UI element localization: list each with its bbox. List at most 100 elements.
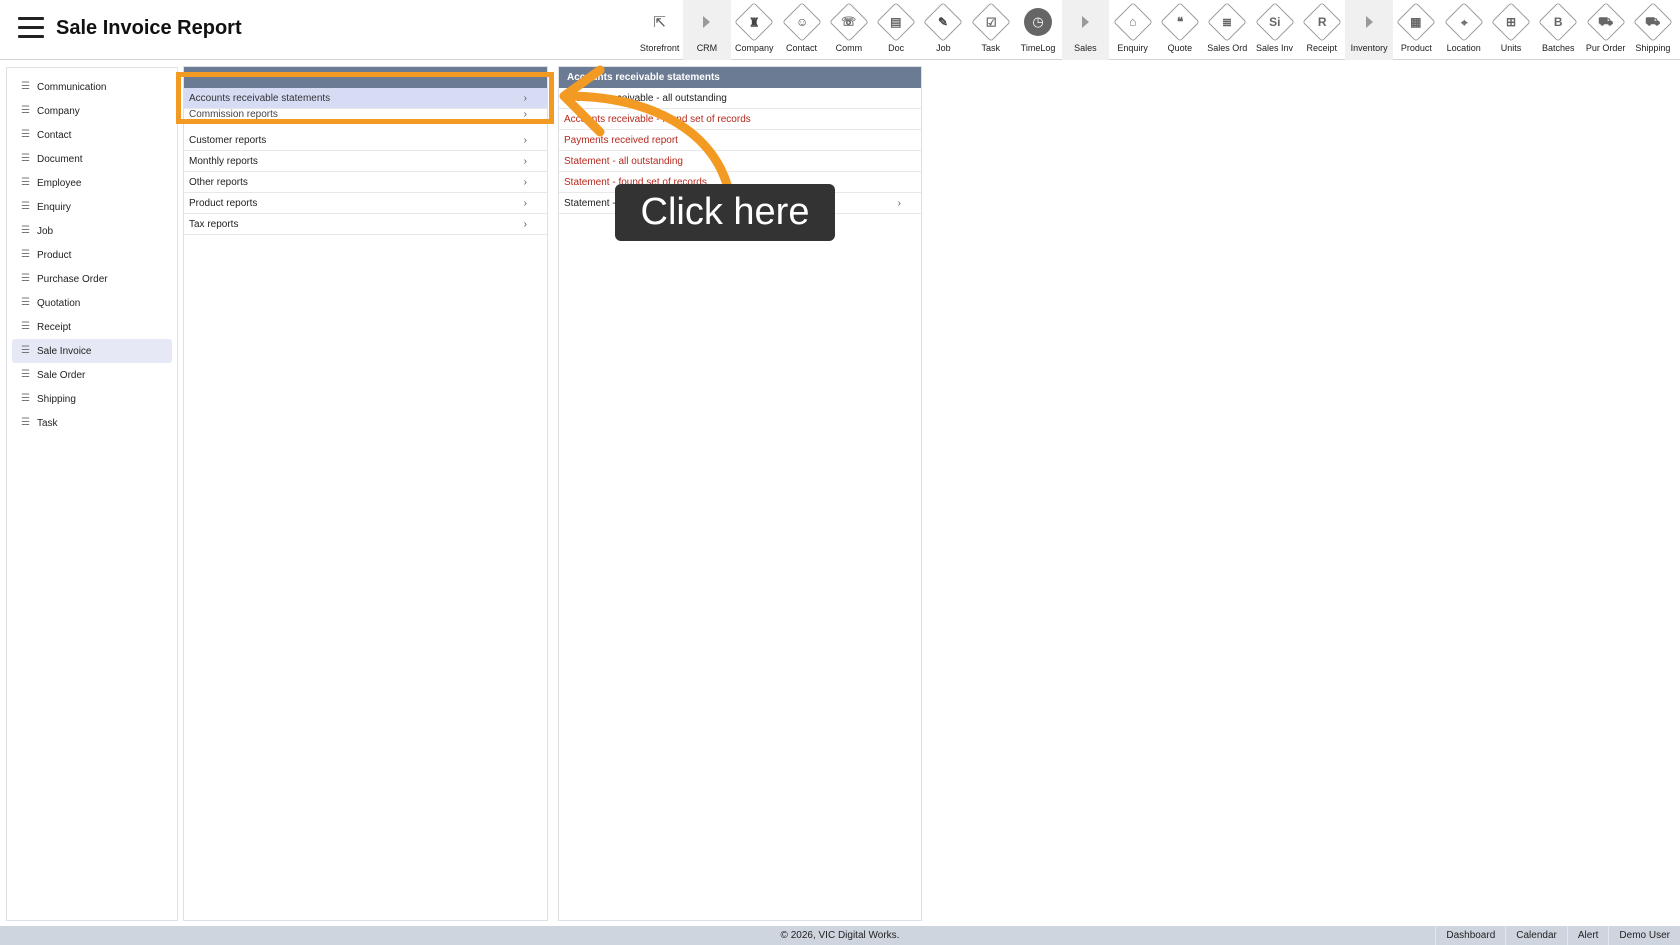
toolbar-doc[interactable]: ▤ Doc [872,0,919,60]
report-row-label: Payments received report [564,134,678,146]
footer-link-calendar[interactable]: Calendar [1505,926,1567,945]
category-row-product-reports[interactable]: Product reports › [184,193,547,214]
comm-icon: ☏ [829,2,869,42]
toolbar-label: Company [734,43,774,53]
footer-links: Dashboard Calendar Alert Demo User [1435,926,1680,945]
list-icon: ☰ [21,177,30,188]
category-row-monthly-reports[interactable]: Monthly reports › [184,151,547,172]
toolbar-sales-invoice[interactable]: Si Sales Inv [1251,0,1298,60]
sidebar-item-employee[interactable]: ☰ Employee [12,171,172,195]
toolbar-label: Product [1400,43,1432,53]
chevron-right-icon: › [897,197,901,209]
section-arrow-icon [1365,16,1373,28]
company-icon: ♜ [734,2,775,42]
batches-icon: B [1538,2,1579,42]
category-row-customer-reports[interactable]: Customer reports › [184,130,547,151]
sidebar-item-product[interactable]: ☰ Product [12,243,172,267]
chevron-right-icon: › [523,134,527,146]
report-row-statement-all-outstanding[interactable]: Statement - all outstanding [559,151,921,172]
sidebar-item-label: Job [37,225,54,237]
product-icon: ▦ [1396,2,1437,42]
toolbar-label: Contact [786,43,818,53]
toolbar-batches[interactable]: B Batches [1535,0,1582,60]
list-icon: ☰ [21,273,30,284]
sidebar-item-purchase-order[interactable]: ☰ Purchase Order [12,267,172,291]
sidebar-item-label: Employee [37,177,82,189]
toolbar-sales-order[interactable]: ≣ Sales Ord [1204,0,1251,60]
footer-link-user[interactable]: Demo User [1608,926,1680,945]
sidebar-item-company[interactable]: ☰ Company [12,99,172,123]
task-icon: ☑ [970,2,1011,42]
toolbar-crm[interactable]: CRM [683,0,731,60]
location-icon: ⌖ [1443,2,1484,42]
category-row-label: Tax reports [189,218,239,230]
truck-icon: ⛟ [1633,2,1673,42]
toolbar-contact[interactable]: ☺ Contact [778,0,825,60]
toolbar-label: Pur Order [1585,43,1626,53]
tutorial-tooltip: Click here [615,184,835,241]
toolbar-company[interactable]: ♜ Company [731,0,778,60]
hamburger-menu-icon[interactable] [18,17,44,39]
sidebar-item-label: Communication [37,81,107,93]
toolbar-label: Batches [1542,43,1575,53]
toolbar-storefront[interactable]: ⇱ Storefront [636,0,683,60]
sales-invoice-icon: Si [1254,2,1295,42]
toolbar-label: Task [981,43,1000,53]
sidebar-item-receipt[interactable]: ☰ Receipt [12,315,172,339]
toolbar-label: Location [1446,43,1481,53]
toolbar-comm[interactable]: ☏ Comm [825,0,872,60]
list-icon: ☰ [21,297,30,308]
report-category-panel: Accounts receivable statements › Commiss… [183,66,548,921]
toolbar-sales[interactable]: Sales [1061,0,1109,60]
category-row-other-reports[interactable]: Other reports › [184,172,547,193]
sidebar-item-job[interactable]: ☰ Job [12,219,172,243]
toolbar-enquiry[interactable]: ⌂ Enquiry [1109,0,1156,60]
toolbar-receipt[interactable]: R Receipt [1298,0,1345,60]
category-row-accounts-receivable-statements[interactable]: Accounts receivable statements › [184,88,547,109]
list-icon: ☰ [21,225,30,236]
toolbar-timelog[interactable]: ◷ TimeLog [1014,0,1061,60]
report-panel-title: Accounts receivable statements [559,67,921,88]
sidebar-item-shipping[interactable]: ☰ Shipping [12,387,172,411]
sidebar-item-communication[interactable]: ☰ Communication [12,75,172,99]
category-row-label: Commission reports [189,109,278,120]
toolbar-units[interactable]: ⊞ Units [1487,0,1534,60]
toolbar-label: Shipping [1635,43,1671,53]
chevron-right-icon: › [523,109,527,120]
footer-link-dashboard[interactable]: Dashboard [1435,926,1505,945]
category-row-label: Customer reports [189,134,267,146]
toolbar-product[interactable]: ▦ Product [1393,0,1440,60]
sidebar-item-document[interactable]: ☰ Document [12,147,172,171]
sidebar-item-label: Sale Invoice [37,345,92,357]
clock-icon: ◷ [1024,8,1053,36]
sidebar-item-contact[interactable]: ☰ Contact [12,123,172,147]
toolbar-inventory[interactable]: Inventory [1345,0,1393,60]
sidebar-item-label: Contact [37,129,72,141]
toolbar-label: Sales [1074,43,1097,53]
sidebar-item-label: Shipping [37,393,76,405]
report-row-payments-received[interactable]: Payments received report [559,130,921,151]
category-row-label: Monthly reports [189,155,258,167]
toolbar-label: Job [936,43,951,53]
footer-link-alert[interactable]: Alert [1566,926,1609,945]
toolbar-task[interactable]: ☑ Task [967,0,1014,60]
sidebar-item-sale-invoice[interactable]: ☰ Sale Invoice [12,339,172,363]
quote-icon: ❝ [1160,2,1200,42]
category-row-tax-reports[interactable]: Tax reports › [184,214,547,235]
toolbar-purchase-order[interactable]: ⛟ Pur Order [1582,0,1629,60]
sidebar-item-sale-order[interactable]: ☰ Sale Order [12,363,172,387]
toolbar-shipping[interactable]: ⛟ Shipping [1629,0,1676,60]
toolbar-label: Doc [888,43,905,53]
toolbar-quote[interactable]: ❝ Quote [1156,0,1203,60]
sidebar-item-quotation[interactable]: ☰ Quotation [12,291,172,315]
category-row-commission-reports[interactable]: Commission reports › [184,109,547,121]
sidebar-item-enquiry[interactable]: ☰ Enquiry [12,195,172,219]
toolbar-label: Enquiry [1117,43,1148,53]
report-row-ar-all-outstanding[interactable]: Accounts receivable - all outstanding [559,88,921,109]
toolbar-label: Sales Inv [1255,43,1294,53]
toolbar-job[interactable]: ✎ Job [920,0,967,60]
report-row-ar-found-set[interactable]: Accounts receivable - found set of recor… [559,109,921,130]
list-icon: ☰ [21,321,30,332]
sidebar-item-task[interactable]: ☰ Task [12,411,172,435]
toolbar-location[interactable]: ⌖ Location [1440,0,1487,60]
